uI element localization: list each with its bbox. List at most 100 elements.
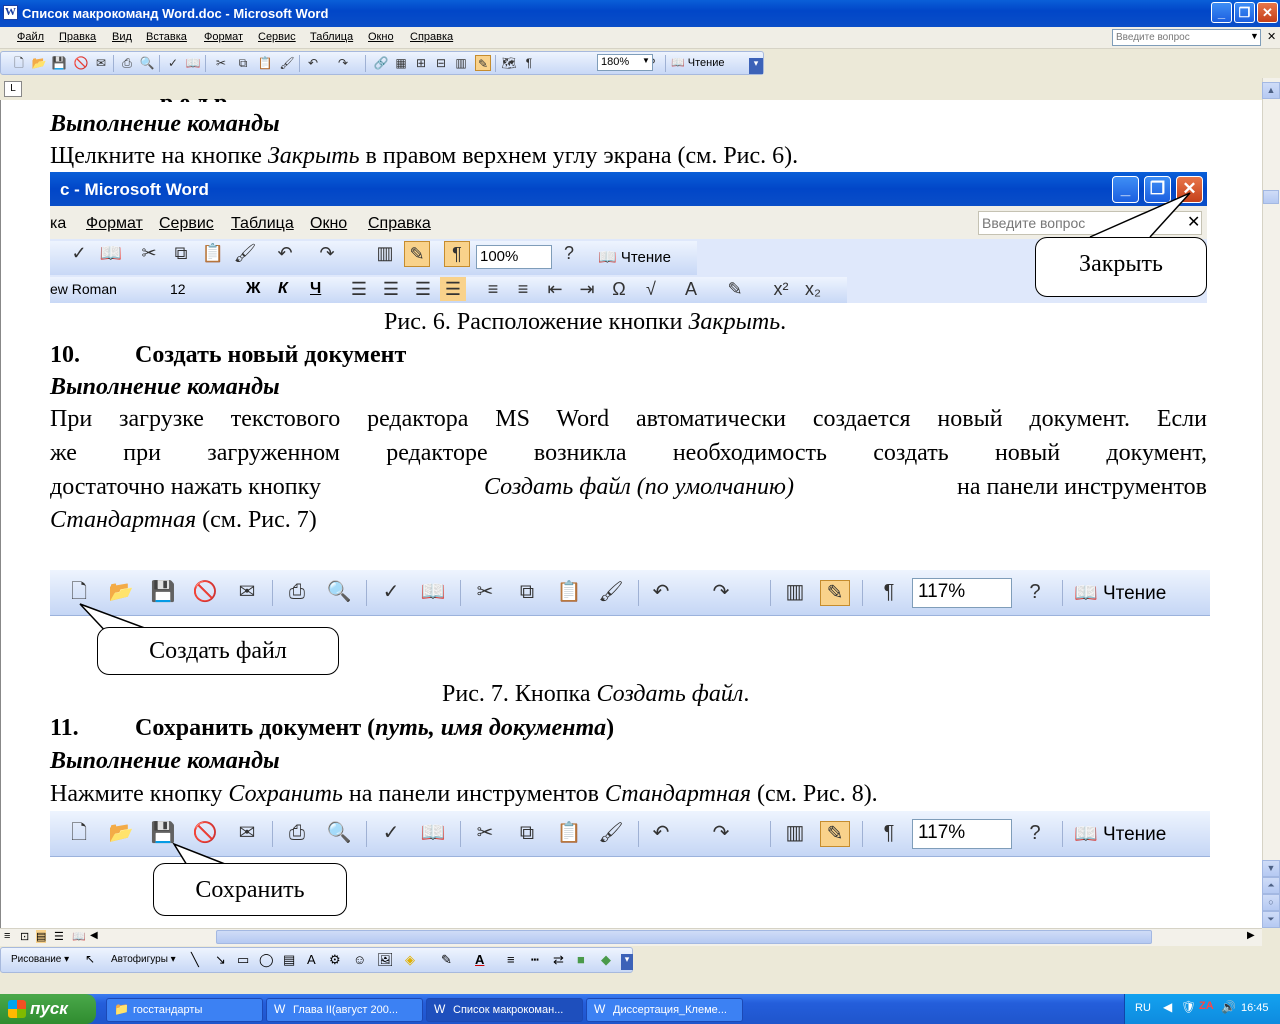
menu-table[interactable]: Таблица <box>310 31 353 43</box>
tables-borders-icon[interactable]: ▦ <box>393 55 409 71</box>
toolbar-options-icon[interactable]: ▾ <box>749 58 763 74</box>
redo-icon[interactable]: ↷ <box>335 55 351 71</box>
preview-icon[interactable]: 🔍 <box>139 55 155 71</box>
p10-line4: Стандартная (см. Рис. 7) <box>50 507 317 534</box>
ask-dropdown-icon[interactable]: ▼ <box>1250 31 1259 41</box>
fill-color-icon[interactable]: ◈ <box>405 952 415 968</box>
copy-icon[interactable]: ⧉ <box>235 55 251 71</box>
line-style-icon[interactable]: ≡ <box>507 952 515 967</box>
text-run: Сохранить документ ( <box>135 715 376 741</box>
fig6-menu-item: Окно <box>310 215 348 232</box>
hyperlink-icon[interactable]: 🔗 <box>373 55 389 71</box>
language-indicator[interactable]: RU <box>1135 1002 1151 1014</box>
research-icon[interactable]: 📖 <box>185 55 201 71</box>
new-file-icon[interactable]: 🗋 <box>11 55 27 71</box>
browse-object-icon[interactable]: ○ <box>1262 894 1280 911</box>
next-page-icon[interactable]: ⏷ <box>1262 911 1280 928</box>
arrow-style-icon[interactable]: ⇄ <box>553 952 564 968</box>
drawing-icon[interactable]: ✎ <box>475 55 491 71</box>
select-arrow-icon[interactable]: ↖ <box>85 952 95 966</box>
reading-view-icon[interactable]: 📖 <box>72 930 86 943</box>
text-run: Создать файл (по умолчанию) <box>483 474 794 500</box>
task-button[interactable]: Диссертация_Клеме... <box>586 998 743 1022</box>
line-icon[interactable]: ╲ <box>191 952 199 968</box>
spelling-icon[interactable]: ✓ <box>165 55 181 71</box>
hscroll-thumb[interactable] <box>216 930 1152 944</box>
scroll-left-icon[interactable]: ◀ <box>90 930 98 941</box>
email-icon[interactable]: ✉ <box>93 55 109 71</box>
menu-help[interactable]: Справка <box>410 31 453 43</box>
picture-icon[interactable]: 🖼 <box>377 952 394 968</box>
oval-icon[interactable]: ◯ <box>259 952 274 968</box>
separator <box>366 580 367 606</box>
scroll-right-icon[interactable]: ▶ <box>1247 930 1255 941</box>
dash-style-icon[interactable]: ┅ <box>531 952 539 968</box>
print-icon[interactable]: ⎙ <box>119 55 135 71</box>
fig6-help-icon: ? <box>563 243 574 263</box>
clock[interactable]: 16:45 <box>1241 1002 1269 1014</box>
ask-question-input[interactable]: Введите вопрос <box>1112 29 1261 46</box>
word-doc-icon[interactable]: W <box>3 5 18 20</box>
font-color-icon[interactable]: A <box>475 952 484 967</box>
toolbar-options-icon[interactable]: ▾ <box>621 954 633 970</box>
menu-window[interactable]: Окно <box>368 31 394 43</box>
task-button-active[interactable]: Список макрокоман... <box>426 998 583 1022</box>
menu-tools[interactable]: Сервис <box>258 31 296 43</box>
clipart-icon[interactable]: ☺ <box>353 952 366 967</box>
close-document-icon[interactable]: ✕ <box>1267 30 1276 43</box>
insert-table-icon[interactable]: ⊞ <box>413 55 429 71</box>
menu-format[interactable]: Формат <box>204 31 243 43</box>
text-run: . <box>743 681 750 707</box>
rectangle-icon[interactable]: ▭ <box>237 952 249 968</box>
diagram-icon[interactable]: ⚙ <box>329 952 341 968</box>
shadow-icon[interactable]: ■ <box>577 952 585 967</box>
fig6-menu-item: Таблица <box>231 215 294 232</box>
menu-file[interactable]: Файл <box>17 31 44 43</box>
format-painter-icon[interactable]: 🖌 <box>279 55 295 71</box>
security-icon[interactable]: 🛡 <box>1181 1000 1196 1014</box>
pilcrow-icon[interactable]: ¶ <box>521 55 537 71</box>
fig7-preview-icon: 🔍 <box>326 581 352 603</box>
tray-expand-icon[interactable]: ◀ <box>1163 1000 1172 1014</box>
columns-icon[interactable]: ▥ <box>453 55 469 71</box>
read-button[interactable]: 📖 Чтение <box>671 56 724 69</box>
textbox-icon[interactable]: ▤ <box>283 952 295 968</box>
undo-icon[interactable]: ↶ <box>305 55 321 71</box>
draw-menu-button[interactable]: Рисование ▾ <box>11 954 69 965</box>
task-button[interactable]: Глава II(август 200... <box>266 998 423 1022</box>
tab-selector[interactable]: L <box>4 81 22 97</box>
zonealarm-icon[interactable]: ZA <box>1199 1000 1214 1012</box>
close-button[interactable]: ✕ <box>1257 2 1278 23</box>
insert-excel-icon[interactable]: ⊟ <box>433 55 449 71</box>
outline-view-icon[interactable]: ☰ <box>54 930 64 943</box>
permission-icon[interactable]: 🚫 <box>73 55 89 71</box>
previous-page-icon[interactable]: ⏶ <box>1262 877 1280 894</box>
windows-logo-icon <box>8 1000 26 1018</box>
menu-view[interactable]: Вид <box>112 31 132 43</box>
normal-view-icon[interactable]: ≡ <box>4 930 10 942</box>
open-icon[interactable]: 📂 <box>31 55 47 71</box>
vertical-scrollbar[interactable] <box>1262 78 1280 928</box>
print-layout-icon[interactable]: ▤ <box>36 930 47 943</box>
restore-button[interactable]: ❐ <box>1234 2 1255 23</box>
3d-icon[interactable]: ◆ <box>601 952 611 968</box>
scroll-thumb[interactable] <box>1263 190 1279 204</box>
scroll-down-icon[interactable]: ▼ <box>1262 860 1280 877</box>
menu-insert[interactable]: Вставка <box>146 31 187 43</box>
volume-icon[interactable]: 🔊 <box>1221 1000 1236 1014</box>
menu-edit[interactable]: Правка <box>59 31 96 43</box>
cut-icon[interactable]: ✂ <box>213 55 229 71</box>
arrow-icon[interactable]: ↘ <box>215 952 226 968</box>
save-icon[interactable]: 💾 <box>51 55 67 71</box>
web-view-icon[interactable]: ⊡ <box>20 930 29 943</box>
wordart-icon[interactable]: A <box>307 952 316 967</box>
fig6-font-color-icon: A <box>684 279 697 299</box>
paste-icon[interactable]: 📋 <box>257 55 273 71</box>
scroll-up-icon[interactable]: ▲ <box>1262 82 1280 99</box>
minimize-button[interactable]: _ <box>1211 2 1232 23</box>
task-button[interactable]: госстандарты <box>106 998 263 1022</box>
autoshapes-button[interactable]: Автофигуры ▾ <box>111 954 176 965</box>
zoom-select[interactable]: 180% ▼ <box>597 54 653 71</box>
document-map-icon[interactable]: 🗺 <box>501 55 517 71</box>
line-color-icon[interactable]: ✎ <box>441 952 452 968</box>
